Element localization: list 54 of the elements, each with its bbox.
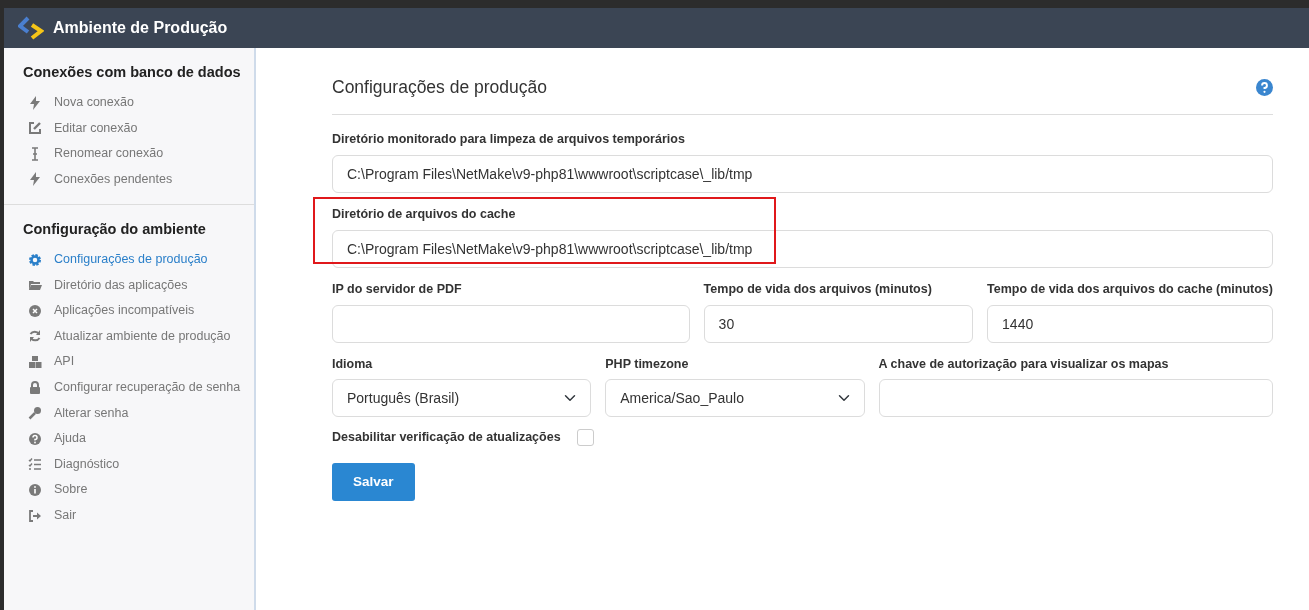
input-field[interactable]: 1440	[987, 304, 1273, 343]
edit-icon	[28, 121, 42, 136]
dropdown[interactable]: America/Sao_Paulo	[605, 379, 865, 418]
lock-icon	[28, 380, 42, 395]
sidebar-item[interactable]: Nova conexão	[4, 89, 254, 116]
checklist-icon	[28, 457, 42, 472]
key-icon	[28, 406, 42, 421]
sidebar-item[interactable]: Ajuda	[4, 426, 254, 452]
sidebar-item[interactable]: Atualizar ambiente de produção	[4, 323, 254, 350]
app-title: Ambiente de Produção	[53, 18, 228, 38]
sidebar-item[interactable]: API	[4, 349, 254, 375]
sidebar-item[interactable]: Sobre	[4, 477, 254, 503]
field-label: IP do servidor de PDF	[332, 280, 462, 298]
dropdown[interactable]: Português (Brasil)	[332, 379, 592, 418]
folder-icon	[28, 278, 42, 293]
section-heading: Conexões com banco de dados	[22, 63, 241, 82]
field-label: A chave de autorização para visualizar os mapas	[878, 355, 1169, 373]
sidebar-item[interactable]: Diretório das aplicações	[4, 272, 254, 299]
field-label: PHP timezone	[605, 355, 689, 373]
field-label: Diretório monitorado para limpeza de arquivos temporários	[332, 131, 685, 149]
sidebar-item[interactable]: Sair	[4, 502, 254, 529]
field-label: Tempo de vida dos arquivos do cache (minutos)	[987, 280, 1273, 298]
sidebar-item[interactable]: Configurar recuperação de senha	[4, 374, 254, 401]
refresh-icon	[28, 329, 42, 344]
input-field[interactable]: C:\Program Files\NetMake\v9-php81\wwwroot\scriptcase\_lib/tmp	[332, 229, 1273, 268]
sidebar-item[interactable]: Aplicações incompatíveis	[4, 298, 254, 324]
sidebar-item[interactable]: Diagnóstico	[4, 451, 254, 478]
help-icon[interactable]	[1256, 78, 1273, 96]
field-label: Diretório de arquivos do cache	[332, 206, 516, 223]
page-title: Configurações de produção	[332, 76, 547, 99]
sidebar-item[interactable]: Configurações de produção	[4, 246, 254, 273]
field-label: Idioma	[332, 355, 373, 373]
question-circle-icon	[28, 431, 42, 446]
section-heading: Configuração do ambiente	[22, 220, 206, 240]
gear-icon	[28, 252, 42, 267]
sidebar-item[interactable]: Alterar senha	[4, 400, 254, 427]
save-button[interactable]: Salvar	[332, 463, 415, 502]
bolt-icon	[28, 172, 42, 187]
circle-x-icon	[28, 303, 42, 318]
sidebar-item[interactable]: Renomear conexão	[4, 140, 254, 167]
sign-out-icon	[28, 508, 42, 523]
field-label: Tempo de vida dos arquivos (minutos)	[703, 280, 932, 298]
logo-icon	[18, 16, 44, 40]
input-field[interactable]	[878, 379, 1273, 418]
input-field[interactable]: C:\Program Files\NetMake\v9-php81\wwwroot\scriptcase\_lib/tmp	[332, 155, 1273, 193]
field-label: Desabilitar verificação de atualizações	[332, 429, 561, 447]
input-field[interactable]: 30	[703, 304, 974, 343]
info-circle-icon	[28, 483, 42, 497]
input-field[interactable]	[332, 304, 690, 343]
sidebar-item[interactable]: Conexões pendentes	[4, 166, 254, 193]
bolt-icon	[28, 95, 42, 110]
cubes-icon	[28, 355, 42, 370]
checkbox[interactable]	[576, 429, 594, 447]
sidebar-item[interactable]: Editar conexão	[4, 115, 254, 141]
